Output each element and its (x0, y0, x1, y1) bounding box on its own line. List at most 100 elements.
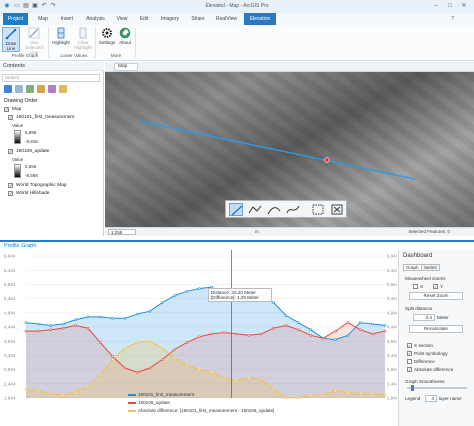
map-layer-name[interactable]: Map (12, 107, 21, 112)
tab-map[interactable]: Map (35, 13, 51, 25)
about-icon (119, 27, 131, 39)
profile-graph-title: Profile Graph (4, 243, 37, 249)
series-point-0 (148, 309, 152, 313)
list-by-editing-icon[interactable] (37, 85, 45, 93)
list-by-labeling-icon[interactable] (59, 85, 67, 93)
tab-series[interactable]: Series (421, 264, 440, 271)
absolute-difference-checkbox[interactable]: ✓ (407, 367, 412, 372)
series-point-2 (173, 356, 176, 360)
dashboard-panel: Dashboard Graph Series Mousewheel zooms … (398, 250, 474, 426)
tab-view[interactable]: View (114, 13, 130, 25)
about-button[interactable]: About (117, 27, 133, 45)
layer1-name[interactable]: 190101_first_measurement (16, 115, 74, 120)
tab-analysis[interactable]: Analysis (83, 13, 108, 25)
minimize-icon[interactable]: – (432, 2, 440, 10)
freehand-tool-icon[interactable] (286, 203, 300, 216)
series-point-2 (346, 390, 350, 394)
highlight-button[interactable]: Highlight (51, 27, 71, 45)
tab-insert[interactable]: Insert (58, 13, 76, 25)
recalculate-button[interactable]: Recalculate (409, 325, 463, 333)
legend-layer-name-label: layer name (439, 396, 462, 401)
draw-line-button[interactable]: Draw Line (2, 27, 20, 52)
maximize-icon[interactable]: □ (446, 2, 454, 10)
series-point-2 (222, 376, 226, 380)
tab-imagery[interactable]: Imagery (158, 13, 182, 25)
series-point-0 (272, 301, 275, 305)
series-point-1 (24, 329, 28, 333)
series-point-2 (383, 393, 387, 397)
series-point-2 (235, 379, 238, 383)
series-point-0 (371, 322, 374, 326)
layer1-visibility-checkbox[interactable]: ✓ (8, 115, 13, 120)
series-point-2 (309, 393, 313, 397)
clear-graphics-icon[interactable] (330, 203, 344, 216)
series-point-0 (358, 321, 362, 324)
zoom-y-checkbox[interactable]: ✓ (433, 284, 438, 289)
draw-line-icon (5, 28, 17, 40)
legend-item-first-measurement[interactable]: 190101_first_measurement (128, 392, 194, 398)
drawing-order-heading: Drawing Order (4, 98, 38, 104)
y-tick-label: 4,944 (4, 310, 16, 315)
legend-item-update[interactable]: 190106_update (128, 400, 170, 406)
clear-highlight-label: Clear Highlight (74, 40, 92, 50)
list-by-data-source-icon[interactable] (15, 85, 23, 93)
series-point-2 (111, 358, 114, 361)
tab-graph[interactable]: Graph (403, 264, 422, 271)
split-distance-input[interactable]: 0,4 (413, 314, 435, 321)
absolute-difference-label: Absolute difference (414, 367, 454, 372)
polyline-tool-icon[interactable] (248, 203, 262, 216)
layer2-min-value: -8,568 (25, 173, 38, 178)
hillshade-visibility-checkbox[interactable]: ✓ (8, 191, 13, 196)
list-by-drawing-order-icon[interactable] (4, 85, 12, 93)
x-section-checkbox[interactable]: ✓ (407, 343, 412, 348)
legend-swatch (128, 409, 136, 412)
curve-tool-icon[interactable] (267, 203, 281, 216)
layer2-name[interactable]: 190106_update (16, 149, 49, 154)
difference-checkbox[interactable] (407, 359, 412, 364)
series-point-2 (296, 396, 300, 400)
legend-label: 190106_update (138, 400, 170, 405)
series-point-1 (272, 326, 275, 330)
slider-thumb[interactable] (411, 385, 414, 391)
series-point-0 (74, 318, 77, 321)
legend-item-absolute-difference[interactable]: Absolute difference: [190101_first_measu… (128, 408, 274, 414)
series-point-1 (259, 332, 263, 336)
draw-line-tool-icon[interactable] (229, 203, 243, 216)
selected-features-count: Selected Features: 0 (408, 229, 450, 234)
y-tick-label-right: 5,944 (387, 282, 397, 287)
tab-edit[interactable]: Edit (136, 13, 152, 25)
tab-share[interactable]: Share (188, 13, 208, 25)
layer2-visibility-checkbox[interactable]: ✓ (8, 149, 13, 154)
legend-size-input[interactable]: 4 (425, 395, 437, 402)
point-symbology-label: Point symbology (414, 351, 448, 356)
reset-zoom-button[interactable]: Reset Zoom (409, 292, 463, 300)
settings-button[interactable]: Settings (97, 27, 117, 45)
graph-smoothness-slider[interactable] (407, 385, 467, 391)
select-tool-icon[interactable] (311, 203, 325, 216)
topo-visibility-checkbox[interactable]: ✓ (8, 183, 13, 188)
list-by-snapping-icon[interactable] (48, 85, 56, 93)
help-button[interactable]: ? (451, 16, 454, 22)
topo-layer-name[interactable]: World Topographic Map (16, 183, 66, 188)
map-visibility-checkbox[interactable]: ✓ (4, 107, 9, 112)
map-view[interactable] (105, 72, 474, 227)
tab-elevation[interactable]: Elevation (244, 13, 276, 25)
contents-search-input[interactable]: Search (2, 74, 100, 82)
series-point-0 (334, 338, 337, 341)
zoom-x-checkbox[interactable] (413, 284, 418, 289)
tab-project[interactable]: Project (3, 13, 28, 25)
series-point-1 (309, 334, 313, 337)
series-point-1 (371, 332, 374, 336)
tab-realview[interactable]: RealView (213, 13, 240, 25)
map-tab[interactable]: Map (114, 63, 138, 71)
list-by-selection-icon[interactable] (26, 85, 34, 93)
use-selected-line-button[interactable]: Use Selected Line (24, 27, 44, 55)
series-point-2 (371, 392, 374, 395)
series-point-1 (334, 329, 337, 333)
point-symbology-checkbox[interactable]: ✓ (407, 351, 412, 356)
close-icon[interactable]: ✕ (460, 2, 468, 10)
clear-highlight-button[interactable]: Clear Highlight (73, 27, 93, 50)
map-scale-input[interactable]: 1:258 (108, 229, 136, 235)
profile-graph-chart[interactable]: 6,944 6,944 6,444 6,444 5,944 5,944 5,444 5,444… (0, 250, 399, 426)
hillshade-layer-name[interactable]: World Hillshade (16, 191, 50, 196)
